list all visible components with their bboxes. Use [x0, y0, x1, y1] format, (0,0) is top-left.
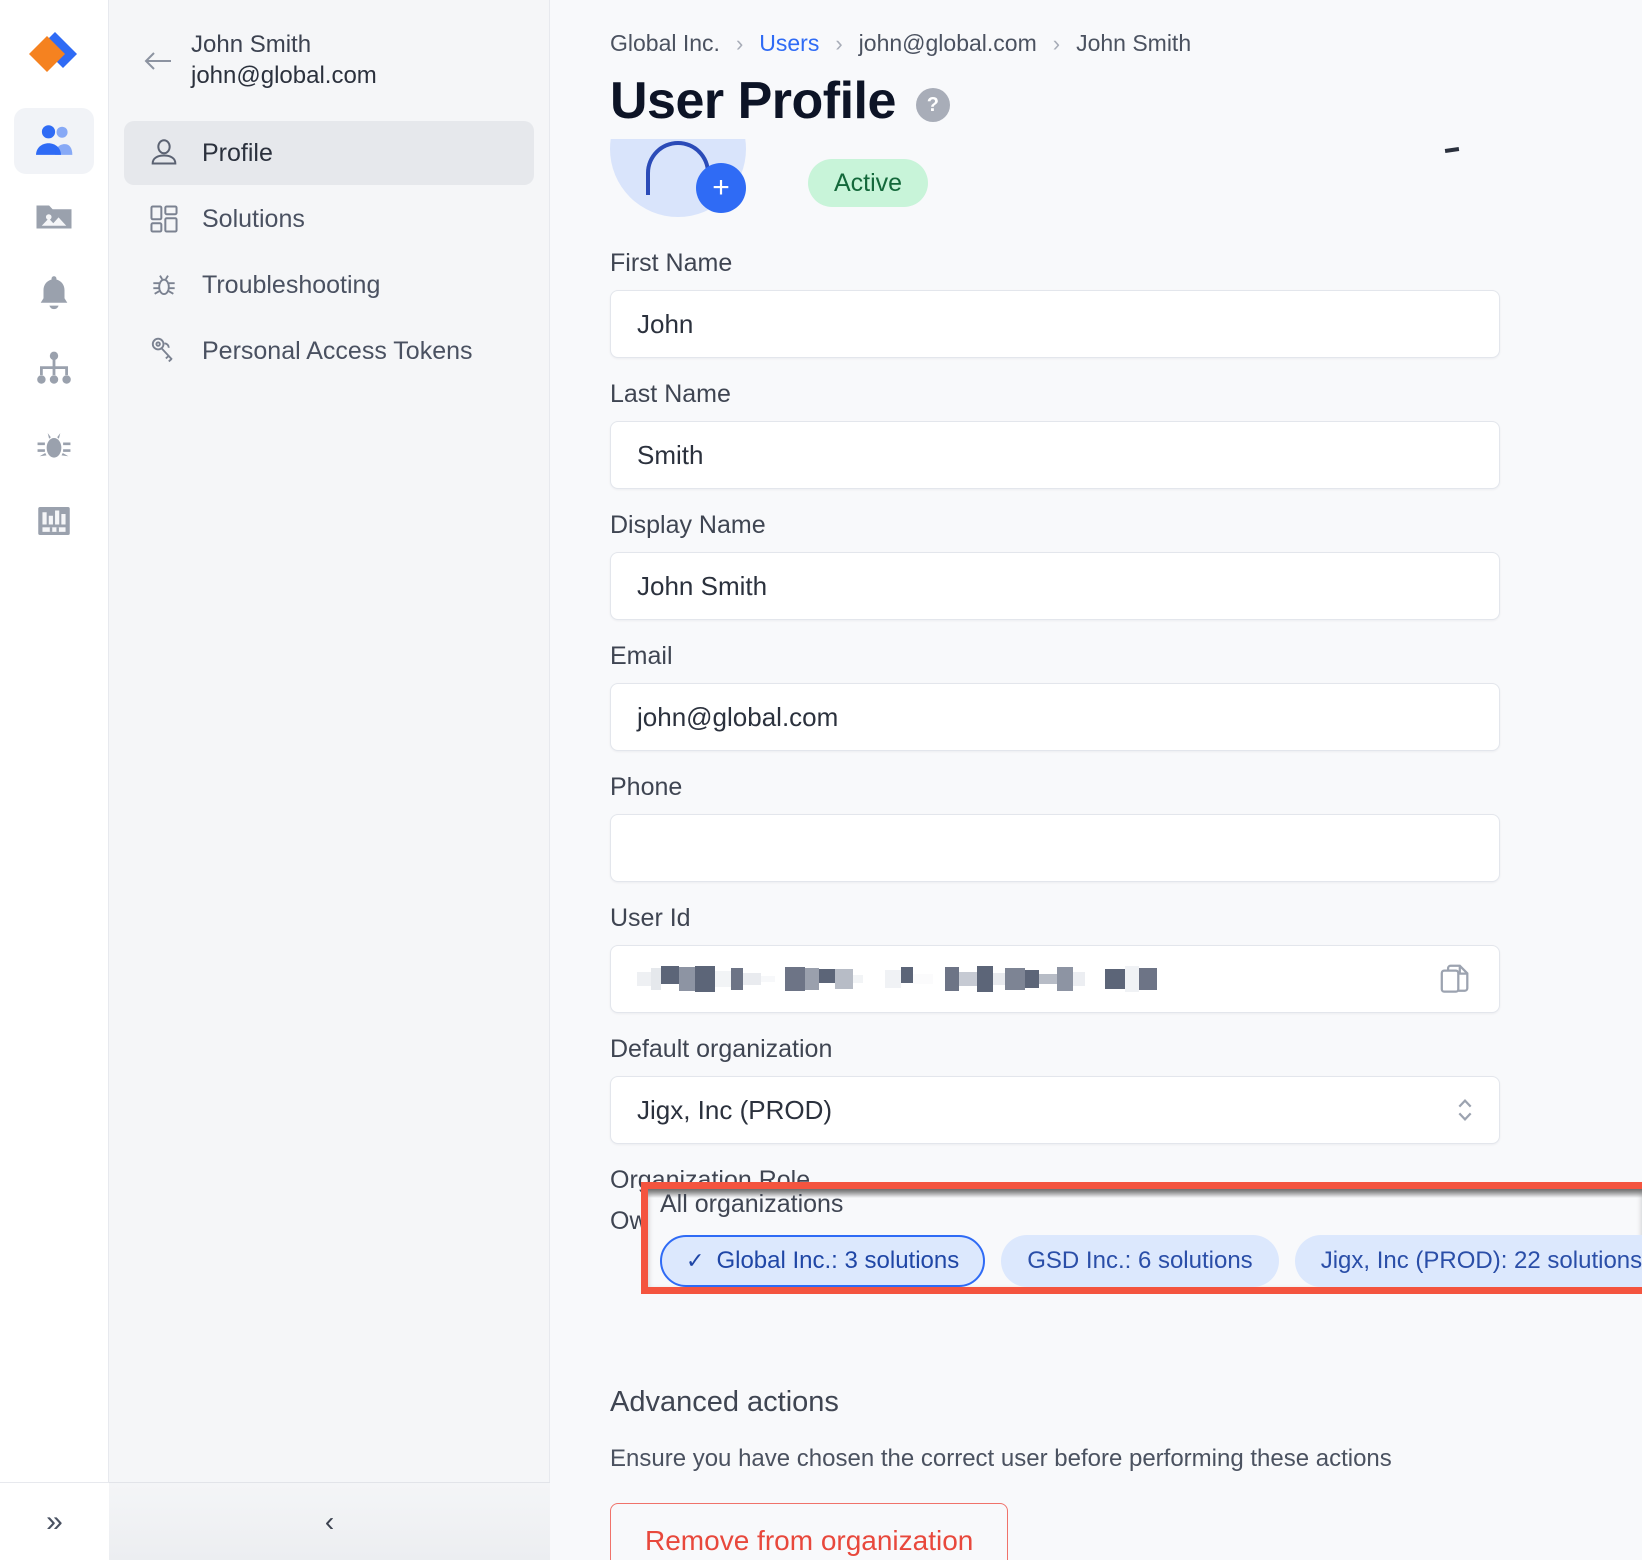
breadcrumb: Global Inc. › Users › john@global.com › …	[610, 0, 1642, 57]
user-id-input[interactable]	[610, 945, 1500, 1013]
sidebar-item-troubleshooting[interactable]: Troubleshooting	[124, 253, 534, 317]
field-label: Phone	[610, 773, 683, 801]
keys-icon	[146, 333, 182, 369]
rail-item-debug[interactable]	[14, 412, 94, 478]
status-badge: Active	[808, 159, 929, 207]
sidebar-item-label: Personal Access Tokens	[202, 336, 473, 365]
main-content: Global Inc. › Users › john@global.com › …	[550, 0, 1642, 1560]
default-organization-select-wrap: Jigx, Inc (PROD)	[610, 1076, 1500, 1144]
sidebar-item-label: Solutions	[202, 204, 305, 233]
chip-label: Global Inc.: 3 solutions	[716, 1247, 960, 1274]
sidebar-item-profile[interactable]: Profile	[124, 121, 534, 185]
sitemap-icon	[37, 351, 71, 384]
chip-label: Jigx, Inc (PROD): 22 solutions	[1320, 1247, 1642, 1274]
organization-chip-jigx-inc-prod[interactable]: Jigx, Inc (PROD): 22 solutions	[1294, 1235, 1642, 1287]
bug-outline-icon	[146, 267, 182, 303]
chevron-left-icon[interactable]: ‹	[325, 1507, 334, 1536]
breadcrumb-item-email[interactable]: john@global.com	[859, 30, 1037, 57]
sidebar-user-block: John Smith john@global.com	[191, 31, 377, 90]
check-icon: ✓	[686, 1248, 705, 1273]
field-label: Last Name	[610, 380, 731, 408]
organization-chip-list: ✓ Global Inc.: 3 solutions GSD Inc.: 6 s…	[660, 1235, 1642, 1287]
copy-icon[interactable]	[1437, 961, 1473, 997]
default-organization-select[interactable]: Jigx, Inc (PROD)	[610, 1076, 1500, 1144]
arrow-left-icon[interactable]	[141, 44, 175, 78]
rail-expand-bar[interactable]: »	[0, 1482, 109, 1560]
field-user-id: User Id	[610, 904, 1500, 1013]
bug-icon	[37, 433, 71, 458]
rail-item-users[interactable]	[14, 108, 94, 174]
field-default-organization: Default organization Jigx, Inc (PROD)	[610, 1035, 1500, 1144]
app-root: » John Smith john@global.com Profile Sol…	[0, 0, 1642, 1560]
double-chevron-right-icon[interactable]: »	[46, 1506, 63, 1537]
chevron-right-icon: ›	[735, 30, 744, 56]
field-label: Email	[610, 642, 673, 670]
field-label: User Id	[610, 904, 691, 932]
phone-input[interactable]	[610, 814, 1500, 882]
avatar-row: + Active	[610, 139, 1642, 217]
rail-item-media[interactable]	[14, 184, 94, 250]
sidebar-user-name: John Smith	[191, 31, 312, 58]
advanced-actions-title: Advanced actions	[610, 1386, 839, 1418]
sidebar-item-solutions[interactable]: Solutions	[124, 187, 534, 251]
redacted-user-id-value	[637, 962, 1157, 996]
sidebar-header: John Smith john@global.com	[109, 0, 549, 121]
jigx-diamond-logo-icon[interactable]	[23, 26, 85, 88]
chevron-up-down-icon[interactable]	[1454, 1093, 1476, 1127]
chevron-right-icon: ›	[1052, 30, 1061, 56]
rail-item-notifications[interactable]	[14, 260, 94, 326]
media-folder-icon	[36, 205, 72, 229]
field-first-name: First Name John	[610, 249, 1500, 358]
field-label: Default organization	[610, 1035, 833, 1063]
email-input[interactable]: john@global.com	[610, 683, 1500, 751]
rail-item-hierarchy[interactable]	[14, 336, 94, 402]
breadcrumb-item-current: John Smith	[1076, 30, 1192, 56]
remove-from-organization-button[interactable]: Remove from organization	[610, 1503, 1009, 1560]
avatar[interactable]: +	[610, 139, 746, 217]
last-name-input[interactable]: Smith	[610, 421, 1500, 489]
sidebar-item-label: Profile	[202, 138, 273, 167]
breadcrumb-item-org[interactable]: Global Inc.	[610, 30, 720, 57]
page-title-row: User Profile ?	[610, 71, 1642, 131]
organization-chip-global-inc[interactable]: ✓ Global Inc.: 3 solutions	[660, 1235, 986, 1287]
sidebar-item-label: Troubleshooting	[202, 270, 381, 299]
field-email: Email john@global.com	[610, 642, 1500, 751]
chip-label: GSD Inc.: 6 solutions	[1027, 1247, 1253, 1274]
rail-item-list	[0, 108, 108, 564]
bell-icon	[40, 276, 68, 310]
sidebar-nav: Profile Solutions Troubleshooting Person…	[109, 121, 549, 383]
organization-chip-gsd-inc[interactable]: GSD Inc.: 6 solutions	[1001, 1235, 1279, 1287]
field-label: First Name	[610, 249, 733, 277]
help-icon[interactable]: ?	[915, 88, 950, 122]
field-last-name: Last Name Smith	[610, 380, 1500, 489]
display-name-input[interactable]: John Smith	[610, 552, 1500, 620]
users-icon	[36, 125, 73, 155]
profile-form: First Name John Last Name Smith Display …	[610, 249, 1500, 1236]
sidebar-user-email: john@global.com	[191, 62, 377, 89]
all-organizations-label: All organizations	[660, 1190, 844, 1218]
page-title: User Profile	[610, 72, 896, 130]
grid-blocks-icon	[146, 201, 182, 237]
sidebar-item-personal-access-tokens[interactable]: Personal Access Tokens	[124, 319, 534, 383]
icon-rail: »	[0, 0, 109, 1560]
person-icon	[146, 135, 182, 171]
field-phone: Phone	[610, 773, 1500, 882]
all-organizations-section: All organizations ✓ Global Inc.: 3 solut…	[660, 1190, 1642, 1287]
advanced-actions-description: Ensure you have chosen the correct user …	[610, 1445, 1392, 1472]
sidebar-collapse-bar[interactable]: ‹	[109, 1482, 550, 1560]
field-display-name: Display Name John Smith	[610, 511, 1500, 620]
field-label: Display Name	[610, 511, 766, 539]
sidebar: John Smith john@global.com Profile Solut…	[109, 0, 550, 1560]
advanced-actions-section: Advanced actions Ensure you have chosen …	[610, 1386, 1500, 1560]
first-name-input[interactable]: John	[610, 290, 1500, 358]
library-icon	[38, 507, 70, 535]
breadcrumb-item-users[interactable]: Users	[759, 30, 819, 57]
plus-icon[interactable]: +	[696, 163, 746, 213]
chevron-right-icon: ›	[835, 30, 843, 56]
rail-item-library[interactable]	[14, 488, 94, 554]
